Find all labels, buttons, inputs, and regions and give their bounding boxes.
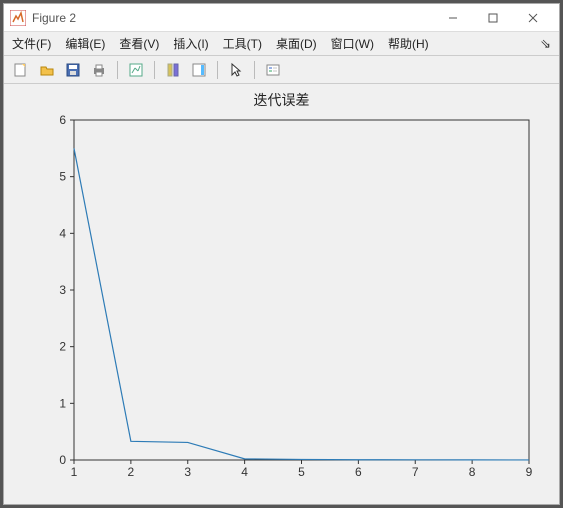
window-title: Figure 2 (32, 11, 76, 25)
window-controls (433, 7, 553, 29)
toolbar-separator (254, 61, 255, 79)
svg-text:2: 2 (59, 340, 66, 354)
matlab-icon (10, 10, 26, 26)
titlebar[interactable]: Figure 2 (4, 4, 559, 32)
save-button[interactable] (62, 59, 84, 81)
menu-file[interactable]: 文件(F) (12, 35, 51, 52)
dock-toggle-icon[interactable]: ⇘ (540, 36, 551, 52)
svg-text:8: 8 (469, 465, 476, 479)
svg-text:0: 0 (59, 453, 66, 467)
svg-text:9: 9 (526, 465, 533, 479)
colorbar-button[interactable] (188, 59, 210, 81)
figure-window: Figure 2 文件(F) 编辑(E) 查看(V) 插入(I) 工具(T) 桌… (3, 3, 560, 505)
cursor-button[interactable] (225, 59, 247, 81)
svg-text:1: 1 (59, 396, 66, 410)
open-button[interactable] (36, 59, 58, 81)
edit-plot-button[interactable] (125, 59, 147, 81)
svg-text:2: 2 (128, 465, 135, 479)
link-axes-button[interactable] (162, 59, 184, 81)
chart-canvas: 123456789 0123456 (24, 110, 544, 490)
menu-edit[interactable]: 编辑(E) (65, 35, 105, 52)
menubar: 文件(F) 编辑(E) 查看(V) 插入(I) 工具(T) 桌面(D) 窗口(W… (4, 32, 559, 56)
toolbar-separator (217, 61, 218, 79)
toolbar-separator (154, 61, 155, 79)
new-figure-button[interactable] (10, 59, 32, 81)
menu-insert[interactable]: 插入(I) (173, 35, 208, 52)
svg-text:6: 6 (59, 113, 66, 127)
print-button[interactable] (88, 59, 110, 81)
toolbar-separator (117, 61, 118, 79)
minimize-button[interactable] (433, 7, 473, 29)
svg-text:5: 5 (59, 170, 66, 184)
svg-text:3: 3 (184, 465, 191, 479)
svg-text:6: 6 (355, 465, 362, 479)
menu-view[interactable]: 查看(V) (119, 35, 159, 52)
chart-title: 迭代误差 (4, 90, 559, 110)
svg-text:4: 4 (59, 226, 66, 240)
svg-text:7: 7 (412, 465, 419, 479)
close-button[interactable] (513, 7, 553, 29)
menu-tools[interactable]: 工具(T) (223, 35, 262, 52)
svg-text:3: 3 (59, 283, 66, 297)
menu-help[interactable]: 帮助(H) (388, 35, 429, 52)
maximize-button[interactable] (473, 7, 513, 29)
svg-text:1: 1 (71, 465, 78, 479)
toolbar (4, 56, 559, 84)
svg-text:5: 5 (298, 465, 305, 479)
menu-window[interactable]: 窗口(W) (331, 35, 374, 52)
menu-desktop[interactable]: 桌面(D) (276, 35, 317, 52)
legend-button[interactable] (262, 59, 284, 81)
plot-area[interactable]: 迭代误差 123456789 0123456 (4, 84, 559, 504)
svg-text:4: 4 (241, 465, 248, 479)
